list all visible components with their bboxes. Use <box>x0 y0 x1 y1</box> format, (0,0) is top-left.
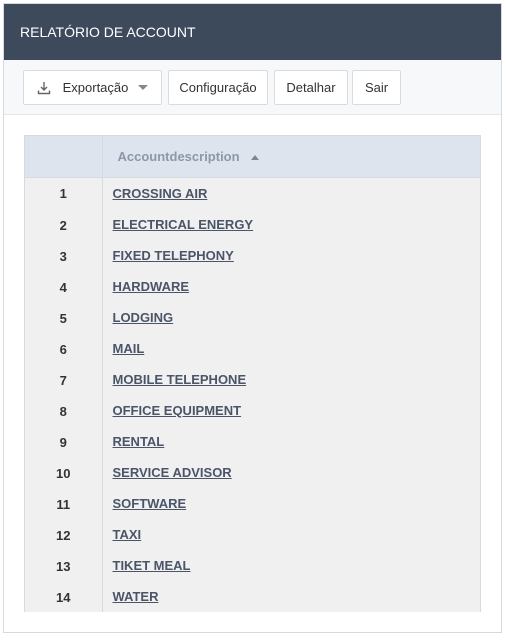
table-row: 8 OFFICE EQUIPMENT <box>25 395 480 427</box>
exit-label: Sair <box>364 80 389 95</box>
row-number-header <box>25 135 103 178</box>
table-row: 5 LODGING <box>25 302 480 334</box>
account-description-cell: FIXED TELEPHONY <box>102 241 480 272</box>
account-description-cell: ELECTRICAL ENERGY <box>102 210 480 241</box>
account-description-cell: HARDWARE <box>102 272 480 303</box>
row-number: 5 <box>25 302 103 334</box>
row-number: 8 <box>25 395 103 427</box>
account-description-link[interactable]: LODGING <box>113 310 174 325</box>
account-description-link[interactable]: SOFTWARE <box>113 496 187 511</box>
account-description-link[interactable]: MOBILE TELEPHONE <box>113 372 247 387</box>
table-row: 13 TIKET MEAL <box>25 550 480 582</box>
row-number: 11 <box>25 488 103 520</box>
row-number: 13 <box>25 550 103 582</box>
report-grid[interactable]: Accountdescription 1 CROSSING AIR 2 ELECTRI… <box>24 135 481 612</box>
export-dropdown-button[interactable]: Exportação <box>23 70 162 105</box>
account-description-cell: OFFICE EQUIPMENT <box>102 396 480 427</box>
account-description-cell: CROSSING AIR <box>102 178 480 210</box>
table-row: 12 TAXI <box>25 519 480 551</box>
account-description-cell: RENTAL <box>102 427 480 458</box>
account-description-cell: SOFTWARE <box>102 489 480 520</box>
account-description-cell: TIKET MEAL <box>102 551 480 582</box>
account-description-link[interactable]: HARDWARE <box>113 279 190 294</box>
row-number: 14 <box>25 581 103 612</box>
row-number: 4 <box>25 271 103 303</box>
export-label: Exportação <box>62 80 129 95</box>
account-description-link[interactable]: SERVICE ADVISOR <box>113 465 232 480</box>
account-description-link[interactable]: TAXI <box>113 527 142 542</box>
table-row: 10 SERVICE ADVISOR <box>25 457 480 489</box>
table-row: 4 HARDWARE <box>25 271 480 303</box>
row-number: 12 <box>25 519 103 551</box>
account-description-cell: TAXI <box>102 520 480 551</box>
account-description-cell: SERVICE ADVISOR <box>102 458 480 489</box>
account-description-link[interactable]: TIKET MEAL <box>113 558 191 573</box>
account-description-cell: MAIL <box>102 334 480 365</box>
account-description-cell: MOBILE TELEPHONE <box>102 365 480 396</box>
account-description-link[interactable]: MAIL <box>113 341 145 356</box>
account-description-cell: WATER <box>102 582 480 613</box>
account-description-link[interactable]: ELECTRICAL ENERGY <box>113 217 254 232</box>
row-number: 1 <box>25 177 103 210</box>
table-header-row: Accountdescription <box>25 135 480 178</box>
account-description-link[interactable]: FIXED TELEPHONY <box>113 248 234 263</box>
table-row: 1 CROSSING AIR <box>25 177 480 210</box>
detail-label: Detalhar <box>286 80 336 95</box>
report-header: RELATÓRIO DE ACCOUNT <box>4 4 501 60</box>
row-number: 7 <box>25 364 103 396</box>
table-row: 14 WATER <box>25 581 480 613</box>
table-row: 9 RENTAL <box>25 426 480 458</box>
account-description-link[interactable]: RENTAL <box>113 434 165 449</box>
table-row: 11 SOFTWARE <box>25 488 480 520</box>
table-row: 7 MOBILE TELEPHONE <box>25 364 480 396</box>
report-panel: RELATÓRIO DE ACCOUNT Exportação Configur… <box>3 3 502 633</box>
account-description-link[interactable]: WATER <box>113 589 159 604</box>
detail-button[interactable]: Detalhar <box>274 70 348 105</box>
chevron-down-icon <box>138 85 149 90</box>
download-icon <box>37 81 51 95</box>
column-header-accountdescription[interactable]: Accountdescription <box>102 135 480 178</box>
configuration-button[interactable]: Configuração <box>168 70 268 105</box>
page-title: RELATÓRIO DE ACCOUNT <box>20 24 196 40</box>
row-number: 10 <box>25 457 103 489</box>
table-row: 6 MAIL <box>25 333 480 365</box>
table-row: 2 ELECTRICAL ENERGY <box>25 209 480 241</box>
sort-ascending-icon <box>251 155 260 161</box>
row-number: 6 <box>25 333 103 365</box>
column-header-label: Accountdescription <box>117 149 240 164</box>
row-number: 2 <box>25 209 103 241</box>
table-row: 3 FIXED TELEPHONY <box>25 240 480 272</box>
account-description-link[interactable]: CROSSING AIR <box>113 186 208 201</box>
account-description-cell: LODGING <box>102 303 480 334</box>
row-number: 9 <box>25 426 103 458</box>
toolbar: Exportação Configuração Detalhar Sair <box>4 60 501 115</box>
exit-button[interactable]: Sair <box>352 70 401 105</box>
configuration-label: Configuração <box>179 80 257 95</box>
account-description-link[interactable]: OFFICE EQUIPMENT <box>113 403 242 418</box>
row-number: 3 <box>25 240 103 272</box>
report-table: Accountdescription 1 CROSSING AIR 2 ELECTRI… <box>25 135 480 613</box>
